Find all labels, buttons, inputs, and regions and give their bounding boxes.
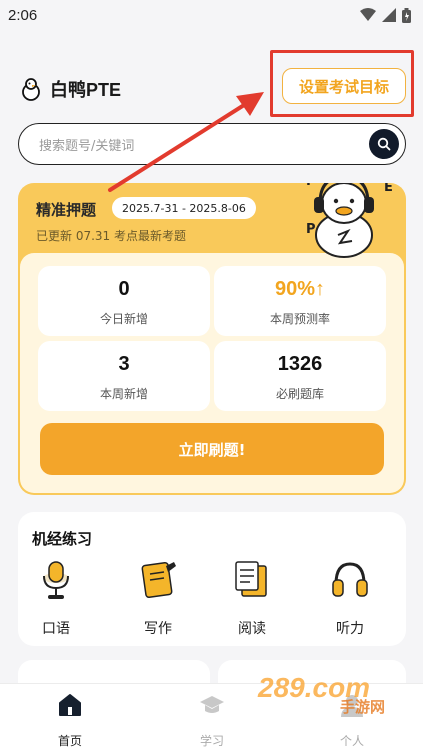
start-practice-button[interactable]: 立即刷题! [40, 423, 384, 475]
app-name: 白鸭PTE [50, 80, 122, 100]
update-note: 已更新 07.31 考点最新考题 [36, 229, 186, 243]
stat-label: 必刷题库 [275, 387, 324, 401]
practice-item-listening[interactable]: 听力 [320, 558, 380, 638]
practice-label: 口语 [42, 621, 70, 637]
nav-label: 个人 [339, 734, 364, 748]
stat-must-do-bank: 1326 必刷题库 [214, 341, 386, 411]
practice-section: 机经练习 口语 写作 阅读 听力 [18, 512, 406, 646]
search-button[interactable] [369, 129, 399, 159]
stat-label: 今日新增 [99, 312, 148, 326]
mascot-letter-t: T [304, 183, 313, 189]
stat-value: 1326 [277, 353, 323, 375]
app-logo: 白鸭PTE [20, 76, 121, 102]
card-title: 精准押题 [36, 201, 97, 219]
practice-item-speaking[interactable]: 口语 [26, 558, 86, 638]
search-input[interactable]: 搜索题号/关键词 [18, 123, 406, 165]
graduation-cap-icon [200, 696, 224, 713]
practice-title: 机经练习 [32, 530, 93, 548]
stat-weekly-prediction-rate: 90%↑ 本周预测率 [214, 266, 386, 336]
nav-label: 学习 [199, 734, 224, 748]
precise-prediction-card: 精准押题 2025.7-31 - 2025.8-06 已更新 07.31 考点最… [18, 183, 406, 495]
notebook-pen-icon [141, 561, 176, 599]
stat-value: 0 [118, 278, 130, 300]
practice-label: 阅读 [238, 621, 266, 637]
stat-value: 90%↑ [274, 278, 326, 300]
search-icon [377, 137, 391, 151]
stat-today-new: 0 今日新增 [38, 266, 210, 336]
nav-study[interactable]: 学习 [172, 692, 252, 749]
nav-home[interactable]: 首页 [30, 692, 110, 749]
headphones-icon [332, 562, 368, 597]
microphone-icon [43, 561, 69, 599]
watermark-sub: 手游网 [340, 699, 386, 716]
status-time: 2:06 [8, 6, 38, 24]
stat-label: 本周预测率 [269, 312, 330, 326]
practice-label: 写作 [144, 621, 172, 637]
mascot-letter-p: P [306, 222, 316, 237]
status-bar: 2:06 [0, 0, 423, 30]
reading-paper-icon [235, 561, 267, 597]
practice-label: 听力 [336, 621, 364, 637]
status-icons [360, 7, 411, 23]
home-icon [59, 694, 81, 716]
battery-icon [402, 7, 411, 23]
nav-label: 首页 [57, 734, 82, 748]
practice-item-writing[interactable]: 写作 [128, 558, 188, 638]
stat-weekly-new: 3 本周新增 [38, 341, 210, 411]
wifi-icon [360, 8, 376, 21]
duck-headphones-mascot-icon: T P E [304, 183, 393, 258]
stat-label: 本周新增 [99, 387, 148, 401]
duck-logo-icon [22, 78, 40, 101]
mascot-letter-e: E [384, 183, 393, 195]
search-placeholder: 搜索题号/关键词 [39, 138, 135, 154]
date-range-badge: 2025.7-31 - 2025.8-06 [112, 197, 256, 219]
site-watermark: 289.com 手游网 [258, 672, 408, 722]
stat-value: 3 [118, 353, 130, 375]
signal-icon [382, 8, 396, 22]
practice-item-reading[interactable]: 阅读 [222, 558, 282, 638]
set-exam-goal-button[interactable]: 设置考试目标 [282, 68, 406, 104]
